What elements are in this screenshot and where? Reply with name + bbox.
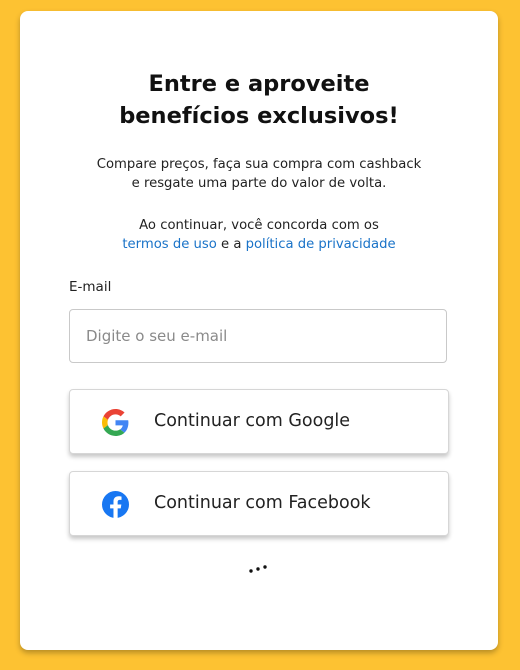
facebook-button-label: Continuar com Facebook (154, 493, 371, 513)
terms-of-use-link[interactable]: termos de uso (122, 237, 216, 252)
email-label: E-mail (69, 279, 112, 295)
google-icon (102, 409, 129, 436)
terms-notice: Ao continuar, você concorda com os termo… (20, 216, 498, 254)
facebook-icon (102, 491, 129, 518)
subtitle-line-2: e resgate uma parte do valor de volta. (131, 176, 387, 191)
subtitle-line-1: Compare preços, faça sua compra com cash… (96, 157, 422, 172)
privacy-policy-link[interactable]: política de privacidade (246, 237, 396, 252)
page-title: Entre e aproveite benefícios exclusivos! (20, 68, 498, 132)
title-line-2: benefícios exclusivos! (119, 103, 399, 129)
more-dots-icon[interactable] (247, 563, 271, 575)
title-line-1: Entre e aproveite (148, 71, 370, 97)
google-login-button[interactable]: Continuar com Google (69, 389, 449, 454)
login-card: Entre e aproveite benefícios exclusivos!… (20, 11, 498, 650)
terms-links-line: termos de uso e a política de privacidad… (20, 235, 498, 254)
email-input[interactable] (69, 309, 447, 363)
facebook-login-button[interactable]: Continuar com Facebook (69, 471, 449, 536)
subtitle: Compare preços, faça sua compra com cash… (20, 155, 498, 193)
terms-prefix: Ao continuar, você concorda com os (139, 218, 379, 233)
terms-conjunction: e a (216, 237, 246, 252)
google-button-label: Continuar com Google (154, 411, 351, 431)
